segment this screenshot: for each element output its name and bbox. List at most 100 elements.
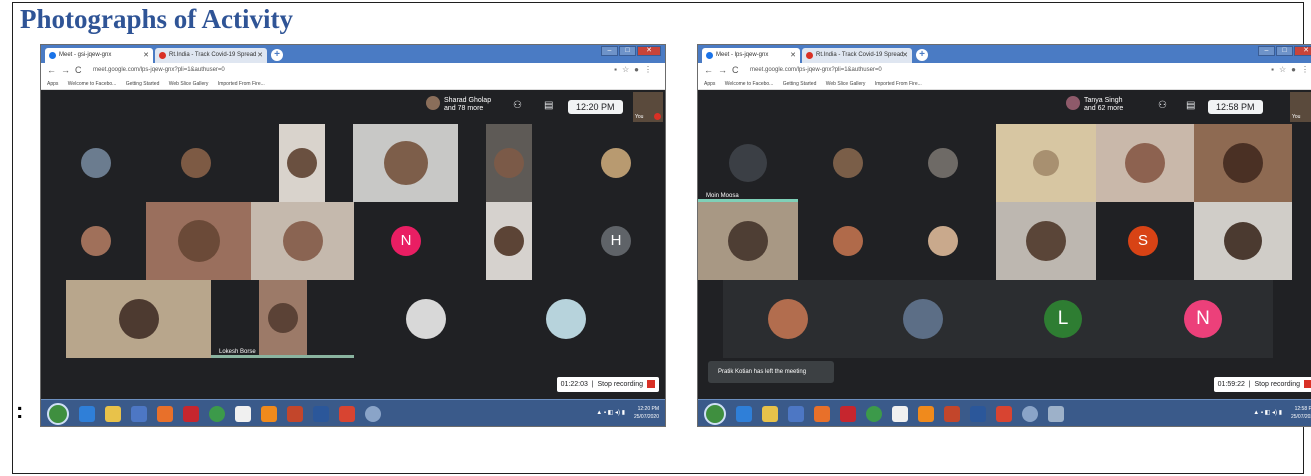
new-tab-icon[interactable]: + <box>271 49 283 61</box>
minimize-icon[interactable]: – <box>1258 46 1275 56</box>
ie-icon[interactable] <box>79 406 95 422</box>
window-close-icon[interactable]: ✕ <box>1294 46 1311 56</box>
chrome-icon[interactable] <box>209 406 225 422</box>
tray-icons[interactable]: ▲ ▪ ◧ ◂) ▮ <box>1253 409 1282 416</box>
new-tab-icon[interactable]: + <box>916 49 928 61</box>
participant-tile[interactable] <box>391 280 461 358</box>
bookmark-item[interactable]: Apps <box>704 81 715 87</box>
people-icon[interactable]: ⚇ <box>1158 100 1167 111</box>
tray-icons[interactable]: ▲ ▪ ◧ ◂) ▮ <box>596 409 625 416</box>
window-close-icon[interactable]: ✕ <box>637 46 661 56</box>
bookmark-item[interactable]: Web Slice Gallery <box>169 81 209 87</box>
vlc-icon[interactable] <box>261 406 277 422</box>
explorer-icon[interactable] <box>762 406 778 422</box>
pinned-tile[interactable]: Moin Moosa <box>698 124 798 202</box>
participant-tile[interactable]: S <box>1108 202 1178 280</box>
vlc-icon[interactable] <box>918 406 934 422</box>
word-icon[interactable] <box>313 406 329 422</box>
pdf-icon[interactable] <box>183 406 199 422</box>
bookmark-star-icon[interactable]: ▪☆●⋮ <box>1271 65 1311 74</box>
participant-tile[interactable] <box>878 280 968 358</box>
bookmark-item[interactable]: Welcome to Facebo... <box>725 81 774 87</box>
stop-recording-button[interactable]: Stop recording <box>597 381 643 388</box>
bookmark-item[interactable]: Apps <box>47 81 58 87</box>
participant-video[interactable] <box>486 124 532 202</box>
bookmark-item[interactable]: Imported From Fire... <box>218 81 265 87</box>
tab-covid[interactable]: Rt.India - Track Covid-19 Spread ✕ <box>155 48 267 63</box>
close-icon[interactable]: ✕ <box>902 51 908 59</box>
active-speaker-tile[interactable]: Lokesh Borse <box>211 280 354 358</box>
participant-tile[interactable] <box>813 202 883 280</box>
participant-tile[interactable] <box>61 124 131 202</box>
participant-video[interactable] <box>251 202 354 280</box>
stop-recording-button[interactable]: Stop recording <box>1254 381 1300 388</box>
participant-video[interactable] <box>1194 202 1292 280</box>
nav-buttons[interactable]: ←→C <box>704 65 744 75</box>
ie-icon[interactable] <box>736 406 752 422</box>
participant-tile[interactable] <box>161 124 231 202</box>
media-icon[interactable] <box>788 406 804 422</box>
participant-video[interactable] <box>353 124 458 202</box>
participant-tile[interactable]: H <box>581 202 651 280</box>
app-icon[interactable] <box>892 406 908 422</box>
chrome-icon[interactable] <box>866 406 882 422</box>
participant-tile[interactable]: L <box>1018 280 1108 358</box>
participant-tile[interactable]: N <box>1158 280 1248 358</box>
bookmark-star-icon[interactable]: ▪☆●⋮ <box>614 65 657 74</box>
chat-icon[interactable]: ▤ <box>544 100 553 111</box>
participant-tile[interactable] <box>908 124 978 202</box>
window-icon[interactable] <box>1048 406 1064 422</box>
participant-video[interactable] <box>1096 124 1194 202</box>
bookmark-item[interactable]: Imported From Fire... <box>875 81 922 87</box>
firefox-icon[interactable] <box>157 406 173 422</box>
maximize-icon[interactable]: □ <box>1276 46 1293 56</box>
tab-covid[interactable]: Rt.India - Track Covid-19 Spread ✕ <box>802 48 912 63</box>
participant-tile[interactable] <box>581 124 651 202</box>
firefox-icon[interactable] <box>814 406 830 422</box>
participant-video[interactable] <box>698 202 798 280</box>
start-button[interactable] <box>47 403 69 425</box>
bookmark-item[interactable]: Web Slice Gallery <box>826 81 866 87</box>
self-view[interactable]: You <box>1290 92 1311 122</box>
participant-video[interactable] <box>146 202 251 280</box>
people-icon[interactable]: ⚇ <box>513 100 522 111</box>
word-icon[interactable] <box>970 406 986 422</box>
close-icon[interactable]: ✕ <box>790 51 796 59</box>
minimize-icon[interactable]: – <box>601 46 618 56</box>
maximize-icon[interactable]: □ <box>619 46 636 56</box>
participant-tile[interactable] <box>743 280 833 358</box>
participant-tile[interactable] <box>813 124 883 202</box>
close-icon[interactable]: ✕ <box>257 51 263 59</box>
download-icon[interactable] <box>339 406 355 422</box>
media-icon[interactable] <box>131 406 147 422</box>
nav-buttons[interactable]: ←→C <box>47 65 87 75</box>
start-button[interactable] <box>704 403 726 425</box>
participant-video[interactable] <box>66 280 211 358</box>
self-view[interactable]: You <box>633 92 663 122</box>
bookmark-item[interactable]: Getting Started <box>126 81 160 87</box>
powerpoint-icon[interactable] <box>944 406 960 422</box>
pdf-icon[interactable] <box>840 406 856 422</box>
recording-control[interactable]: 01:59:22 | Stop recording <box>1213 377 1311 392</box>
download-icon[interactable] <box>996 406 1012 422</box>
participant-video[interactable] <box>486 202 532 280</box>
participant-video[interactable] <box>279 124 325 202</box>
tab-meet[interactable]: Meet - lps-jqew-gnx ✕ <box>702 48 800 63</box>
participant-tile[interactable] <box>531 280 601 358</box>
url-input[interactable]: meet.google.com/lps-jqew-gnx?pli=1&authu… <box>750 67 882 73</box>
settings-icon[interactable] <box>1022 406 1038 422</box>
chat-icon[interactable]: ▤ <box>1186 100 1195 111</box>
powerpoint-icon[interactable] <box>287 406 303 422</box>
app-icon[interactable] <box>235 406 251 422</box>
bookmark-item[interactable]: Welcome to Facebo... <box>68 81 117 87</box>
participant-video[interactable] <box>996 202 1096 280</box>
tab-meet[interactable]: Meet - gsi-jqew-gnx ✕ <box>45 48 153 63</box>
participant-tile[interactable] <box>908 202 978 280</box>
settings-icon[interactable] <box>365 406 381 422</box>
url-input[interactable]: meet.google.com/lps-jqew-gnx?pli=1&authu… <box>93 67 225 73</box>
close-icon[interactable]: ✕ <box>143 51 149 59</box>
participant-tile[interactable] <box>61 202 131 280</box>
participant-video[interactable] <box>1194 124 1292 202</box>
participant-tile[interactable]: N <box>371 202 441 280</box>
bookmark-item[interactable]: Getting Started <box>783 81 817 87</box>
